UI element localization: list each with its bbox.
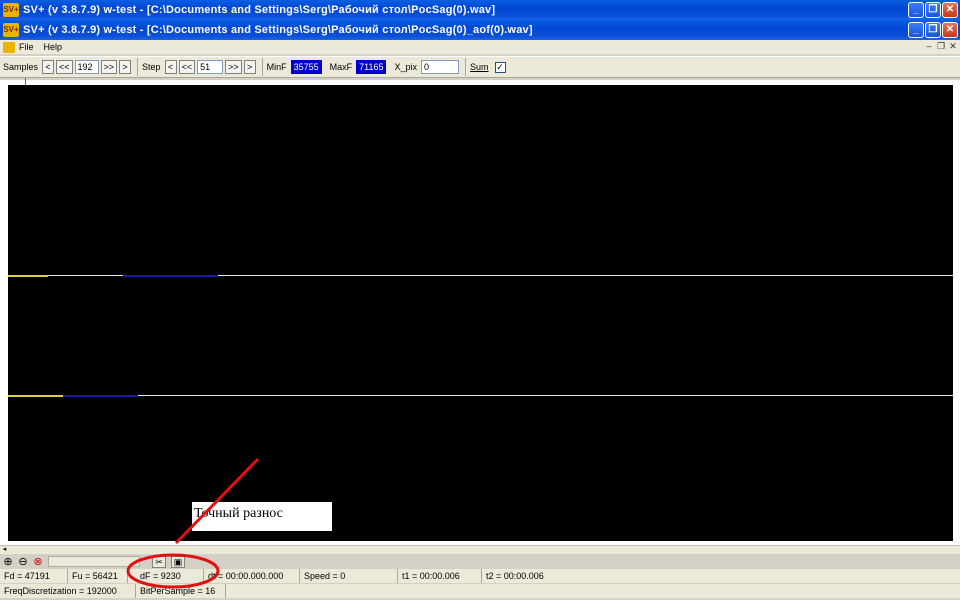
menu-help[interactable]: Help [44, 42, 63, 52]
signal-segment [123, 275, 218, 277]
close-icon[interactable]: ✕ [942, 2, 958, 18]
toolbar-separator [261, 58, 263, 76]
status-speed: Speed = 0 [300, 569, 398, 583]
step-prev-fast-button[interactable]: << [178, 60, 196, 74]
samples-label: Samples [3, 62, 39, 72]
signal-plot[interactable] [8, 85, 953, 541]
samples-prev-button[interactable]: < [42, 60, 55, 74]
zoom-out-icon[interactable]: ⊖ [16, 556, 30, 569]
signal-segment [63, 395, 138, 397]
minimize-icon[interactable]: _ [908, 22, 924, 38]
status-t2: t2 = 00:00.006 [486, 571, 544, 581]
toolbar-separator [465, 58, 466, 76]
step-label: Step [142, 62, 161, 72]
status-freq-discretization: FreqDiscretization = 192000 [0, 584, 136, 598]
status-df: dF = 9230 [136, 569, 204, 583]
step-input[interactable] [197, 60, 224, 74]
app-logo-icon: SV+ [3, 3, 19, 17]
outer-window-titlebar[interactable]: SV+ SV+ (v 3.8.7.9) w-test - [C:\Documen… [0, 0, 960, 20]
samples-prev-fast-button[interactable]: << [56, 60, 73, 74]
restore-icon[interactable]: ❐ [925, 22, 941, 38]
signal-segment [8, 275, 48, 277]
zoom-bar: ⊕ ⊖ ⊗ ✂ ▣ [0, 555, 960, 569]
outer-window-title: SV+ (v 3.8.7.9) w-test - [C:\Documents a… [23, 4, 496, 16]
samples-input[interactable] [74, 60, 99, 74]
mdi-close-icon[interactable]: ✕ [948, 41, 958, 52]
sum-checkbox[interactable]: ✓ [494, 61, 506, 73]
maxf-label: MaxF [329, 62, 353, 72]
status-bar: Fd = 47191 Fu = 56421 dF = 9230 dt = 00:… [0, 569, 960, 583]
status-bits-per-sample: BitPerSample = 16 [136, 584, 226, 598]
status-fd: Fd = 47191 [0, 569, 68, 583]
restore-icon[interactable]: ❐ [925, 2, 941, 18]
samples-next-fast-button[interactable]: >> [100, 60, 118, 74]
maxf-value: 71165 [356, 60, 387, 74]
samples-next-button[interactable]: > [119, 60, 132, 74]
status-fu: Fu = 56421 [68, 569, 128, 583]
mdi-restore-icon[interactable]: ❐ [936, 41, 946, 52]
cut-tool-icon[interactable]: ✂ [152, 556, 166, 568]
annotation-label: Точный разнос [192, 502, 332, 531]
app-logo-icon: SV+ [3, 23, 19, 37]
zoom-in-icon[interactable]: ⊕ [1, 556, 15, 569]
snapshot-tool-icon[interactable]: ▣ [171, 556, 185, 568]
close-icon[interactable]: ✕ [942, 22, 958, 38]
step-next-fast-button[interactable]: >> [225, 60, 242, 74]
step-next-button[interactable]: > [243, 60, 256, 74]
minf-value: 35755 [290, 60, 322, 74]
mdi-minimize-icon[interactable]: – [924, 41, 934, 52]
menu-bar: File Help – ❐ ✕ [0, 40, 960, 54]
toolbar: Samples < << >> > Step < << >> > MinF 35… [0, 56, 960, 78]
menu-file[interactable]: File [19, 42, 34, 52]
plot-area: Точный разнос [0, 78, 960, 545]
status-dt: dt = 00:00.000.000 [204, 569, 300, 583]
toolbar-separator [137, 58, 139, 76]
xpix-label: X_pix [394, 62, 417, 72]
step-prev-button[interactable]: < [164, 60, 177, 74]
status-t1: t1 = 00:00.006 [398, 569, 482, 583]
minf-label: MinF [266, 62, 287, 72]
inner-window-titlebar[interactable]: SV+ SV+ (v 3.8.7.9) w-test - [C:\Documen… [0, 20, 960, 40]
status-bar-secondary: FreqDiscretization = 192000 BitPerSample… [0, 584, 960, 598]
sum-label: Sum [470, 62, 489, 72]
xpix-input[interactable] [421, 60, 459, 74]
signal-segment [8, 395, 63, 397]
inner-window-title: SV+ (v 3.8.7.9) w-test - [C:\Documents a… [23, 24, 533, 36]
minimize-icon[interactable]: _ [908, 2, 924, 18]
horizontal-scrollbar[interactable]: ◂ [0, 545, 960, 554]
scroll-left-icon[interactable]: ◂ [0, 546, 9, 554]
cursor-marker [25, 78, 26, 85]
mdi-logo-icon [3, 41, 15, 53]
zoom-reset-icon[interactable]: ⊗ [31, 556, 45, 569]
zoom-panel [48, 556, 140, 567]
channel-baseline-2 [8, 395, 953, 396]
